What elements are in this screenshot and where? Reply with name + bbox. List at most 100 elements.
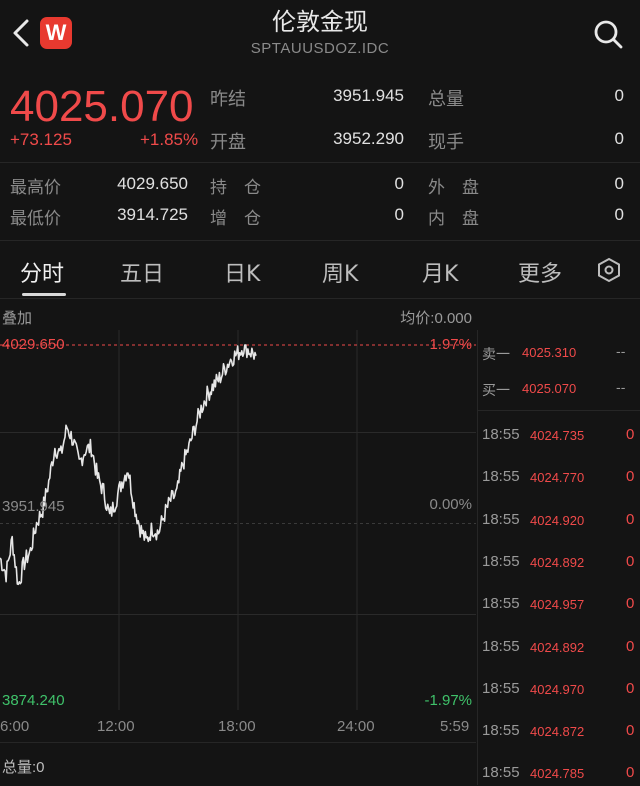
tab-weekly-k[interactable]: 周K (322, 256, 358, 288)
settings-hexagon-icon[interactable] (596, 257, 622, 283)
trade-volume: 0 (626, 637, 635, 655)
price-line (0, 344, 257, 586)
trade-row: 18:55 4024.872 0 (478, 722, 640, 744)
bid-label: 买一 (482, 383, 510, 399)
trade-volume: 0 (626, 468, 635, 486)
avg-price-label: 均价:0.000 (400, 310, 472, 327)
total-volume-value: 0 (614, 86, 624, 105)
divider (478, 410, 640, 411)
outer-volume-label: 外 盘 (428, 178, 479, 198)
tab-daily-k[interactable]: 日K (224, 256, 260, 288)
prev-settle-value: 3951.945 (333, 86, 404, 105)
price-change-pct: +1.85% (140, 130, 199, 149)
order-book: 卖一 4025.310 -- 买一 4025.070 -- 18:55 4024.… (477, 330, 640, 785)
x-tick: 18:00 (218, 718, 256, 735)
open-label: 开盘 (210, 132, 246, 153)
open-interest-value: 0 (394, 174, 404, 193)
trade-row: 18:55 4024.970 0 (478, 680, 640, 702)
trade-row: 18:55 4024.892 0 (478, 553, 640, 575)
high-label: 最高价 (10, 178, 61, 198)
intraday-chart[interactable]: 4029.650 1.97% 3951.945 0.00% 3874.240 -… (0, 330, 476, 710)
price-change: +73.125 (10, 130, 72, 149)
trade-row: 18:55 4024.735 0 (478, 426, 640, 448)
ask-price: 4025.310 (522, 345, 577, 360)
divider (0, 240, 640, 241)
inner-volume-value: 0 (614, 205, 624, 224)
trade-price: 4024.872 (530, 724, 585, 740)
outer-volume-value: 0 (614, 174, 624, 193)
x-tick: 24:00 (337, 718, 375, 735)
page-title: 伦敦金现 (272, 8, 368, 36)
trade-time: 18:55 (482, 552, 520, 570)
y-high-label: 4029.650 (2, 336, 65, 353)
divider (0, 298, 640, 299)
trade-volume: 0 (626, 552, 635, 570)
trade-volume: 0 (626, 510, 635, 528)
trade-row: 18:55 4024.770 0 (478, 468, 640, 490)
prev-settle-label: 昨结 (210, 89, 246, 110)
open-value: 3952.290 (333, 129, 404, 148)
bid-volume: -- (616, 381, 626, 396)
current-hand-value: 0 (614, 129, 624, 148)
trade-volume: 0 (626, 722, 635, 740)
chart-svg (0, 330, 476, 710)
trade-time: 18:55 (482, 637, 520, 655)
x-tick: 6:00 (0, 718, 30, 735)
search-icon[interactable] (592, 18, 624, 50)
ask-volume: -- (616, 345, 626, 360)
trade-time: 18:55 (482, 510, 520, 528)
trade-price: 4024.920 (530, 512, 585, 528)
total-volume-label: 总量 (428, 89, 464, 110)
overlay-button[interactable]: 叠加 (2, 307, 32, 328)
high-value: 4029.650 (117, 174, 188, 193)
y-mid-label: 3951.945 (2, 498, 65, 515)
trade-price: 4024.785 (530, 766, 585, 782)
volume-total-label: 总量:0 (2, 759, 45, 776)
y-low-label: 3874.240 (2, 692, 65, 709)
last-price: 4025.070 (10, 82, 194, 131)
divider (0, 742, 476, 743)
divider (0, 162, 640, 163)
tab-monthly-k[interactable]: 月K (422, 256, 458, 288)
trade-time: 18:55 (482, 764, 520, 782)
trade-row: 18:55 4024.785 0 (478, 764, 640, 786)
trade-volume: 0 (626, 426, 635, 443)
trade-price: 4024.892 (530, 639, 585, 655)
pct-high-label: 1.97% (429, 336, 472, 353)
trade-volume: 0 (626, 679, 635, 697)
trade-price: 4024.735 (530, 428, 585, 443)
chart-grid (0, 330, 476, 710)
trade-time: 18:55 (482, 426, 520, 443)
tab-intraday[interactable]: 分时 (20, 256, 64, 288)
low-value: 3914.725 (117, 205, 188, 224)
x-tick: 12:00 (97, 718, 135, 735)
trade-price: 4024.892 (530, 554, 585, 570)
tab-five-day[interactable]: 五日 (120, 256, 164, 288)
bid-price: 4025.070 (522, 381, 577, 396)
trade-volume: 0 (626, 595, 635, 613)
x-tick: 5:59 (440, 718, 470, 735)
oi-change-label: 增 仓 (210, 209, 261, 229)
trade-volume: 0 (626, 764, 635, 782)
trade-time: 18:55 (482, 595, 520, 613)
tab-more[interactable]: 更多 (518, 256, 562, 288)
trade-price: 4024.770 (530, 470, 585, 486)
trade-row: 18:55 4024.957 0 (478, 595, 640, 617)
ask-label: 卖一 (482, 347, 510, 363)
current-hand-label: 现手 (428, 132, 464, 153)
oi-change-value: 0 (394, 205, 404, 224)
symbol-code: SPTAUUSDOZ.IDC (250, 40, 390, 57)
trade-time: 18:55 (482, 468, 520, 486)
trade-price: 4024.957 (530, 597, 585, 613)
pct-low-label: -1.97% (424, 692, 472, 709)
header: W 伦敦金现 SPTAUUSDOZ.IDC (0, 0, 640, 70)
trade-price: 4024.970 (530, 681, 585, 697)
low-label: 最低价 (10, 209, 61, 229)
trade-row: 18:55 4024.892 0 (478, 638, 640, 660)
pct-mid-label: 0.00% (429, 496, 472, 513)
open-interest-label: 持 仓 (210, 178, 261, 198)
inner-volume-label: 内 盘 (428, 209, 479, 229)
trade-time: 18:55 (482, 722, 520, 740)
trade-row: 18:55 4024.920 0 (478, 511, 640, 533)
trade-time: 18:55 (482, 679, 520, 697)
